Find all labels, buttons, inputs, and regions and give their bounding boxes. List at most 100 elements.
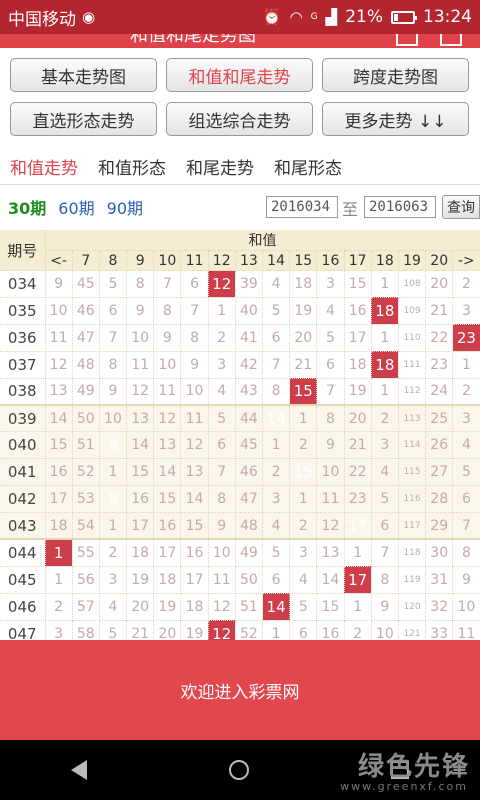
miss-count-cell: 12: [153, 403, 182, 433]
miss-count-cell: 18: [45, 512, 73, 540]
miss-count-cell: 20: [425, 270, 454, 298]
sum-group-header: 和值: [45, 230, 480, 251]
miss-count-cell: 6: [208, 431, 236, 460]
miss-count-cell: 10: [208, 538, 236, 567]
miss-count-cell: 44: [235, 403, 264, 433]
miss-count-cell: 22: [425, 324, 454, 352]
miss-count-cell: 15: [45, 431, 73, 460]
direct-pattern-button[interactable]: 直选形态走势: [10, 102, 157, 136]
miss-count-cell: 23: [425, 351, 454, 379]
welcome-banner[interactable]: 欢迎进入彩票网: [0, 640, 480, 740]
miss-count-cell: 47: [72, 324, 100, 352]
range-separator: 至: [342, 200, 359, 219]
miss-count-cell: 9: [316, 431, 345, 460]
miss-count-cell: 8: [180, 324, 209, 352]
miss-count-cell: 2: [452, 378, 480, 406]
period-90-option[interactable]: 90期: [107, 195, 143, 219]
miss-count-cell: 11: [45, 324, 73, 352]
miss-count-cell: 109: [398, 297, 427, 325]
column-header: 20: [425, 250, 454, 271]
column-header-row: <- 7 8 9 10 11 12 13 14 15 16 17 18 19 20 ->: [0, 250, 480, 271]
sum-tail-trend-button[interactable]: 和值和尾走势: [166, 58, 313, 92]
miss-count-cell: 30: [425, 538, 454, 567]
table-row: 037 12 48 8 11 10 9 3 42 7 21 6 18 18 111 23 1: [0, 351, 480, 379]
calendar-icon[interactable]: [396, 34, 418, 46]
miss-count-cell: 41: [235, 324, 264, 352]
miss-count-cell: 5: [208, 403, 236, 433]
miss-count-cell: 1: [289, 485, 318, 514]
span-trend-button[interactable]: 跨度走势图: [322, 58, 469, 92]
group-combined-button[interactable]: 组选综合走势: [166, 102, 313, 136]
status-right: ⏰ ◠ G ▟ 21% 13:24: [263, 7, 472, 27]
miss-count-cell: 8: [153, 297, 182, 325]
miss-count-cell: 5: [289, 593, 318, 621]
miss-count-cell: 15: [180, 512, 209, 540]
miss-count-cell: 26: [425, 431, 454, 460]
clock: 13:24: [423, 7, 472, 27]
column-header: 15: [289, 250, 318, 271]
miss-count-cell: 4: [452, 431, 480, 460]
miss-count-cell: 6: [262, 566, 291, 594]
miss-count-cell: 17: [153, 538, 182, 567]
range-to-input[interactable]: 2016063: [364, 196, 436, 218]
miss-count-cell: 18: [344, 351, 372, 379]
back-icon[interactable]: [71, 760, 87, 780]
basic-trend-button[interactable]: 基本走势图: [10, 58, 157, 92]
tab-sum-pattern[interactable]: 和值形态: [98, 154, 166, 179]
divider: [0, 184, 480, 185]
query-button[interactable]: 查询: [442, 195, 480, 219]
miss-count-cell: 15: [153, 485, 182, 514]
miss-count-cell: 15: [344, 270, 372, 298]
hit-cell: 14: [262, 593, 291, 621]
range-from-input[interactable]: 2016034: [266, 196, 338, 218]
period-cell: 037: [0, 351, 46, 379]
hit-cell: 17: [344, 566, 372, 594]
miss-count-cell: 4: [289, 566, 318, 594]
miss-count-cell: 1: [371, 270, 399, 298]
app-header: 和值和尾走势图: [0, 34, 480, 48]
tab-tail-trend[interactable]: 和尾走势: [186, 154, 254, 179]
miss-count-cell: 6: [262, 324, 291, 352]
hit-cell: 18: [371, 351, 399, 379]
miss-count-cell: 5: [316, 324, 345, 352]
miss-count-cell: 117: [398, 512, 427, 540]
miss-count-cell: 2: [289, 512, 318, 540]
column-header: ->: [452, 250, 480, 271]
tab-tail-pattern[interactable]: 和尾形态: [274, 154, 342, 179]
miss-count-cell: 3: [289, 538, 318, 567]
miss-count-cell: 7: [316, 378, 345, 406]
miss-count-cell: 14: [316, 566, 345, 594]
miss-count-cell: 8: [452, 538, 480, 567]
miss-count-cell: 3: [316, 270, 345, 298]
period-cell: 045: [0, 566, 46, 594]
home-circle-icon[interactable]: [229, 760, 249, 780]
tab-sum-trend[interactable]: 和值走势: [10, 154, 78, 179]
miss-count-cell: 2: [289, 431, 318, 460]
column-header: 10: [153, 250, 182, 271]
table-row: 046 2 57 4 20 19 18 12 51 14 5 15 1 9 120 32 10: [0, 593, 480, 621]
miss-count-cell: 42: [235, 351, 264, 379]
miss-count-cell: 17: [45, 485, 73, 514]
miss-count-cell: 51: [235, 593, 264, 621]
miss-count-cell: 16: [126, 485, 155, 514]
miss-count-cell: 11: [126, 351, 155, 379]
miss-count-cell: 21: [425, 297, 454, 325]
miss-count-cell: 12: [208, 593, 236, 621]
miss-count-cell: 6: [316, 351, 345, 379]
period-30-option[interactable]: 30期: [8, 195, 46, 219]
miss-count-cell: 16: [344, 297, 372, 325]
miss-count-cell: 11: [153, 378, 182, 406]
more-trends-button[interactable]: 更多走势 ↓↓: [322, 102, 469, 136]
miss-count-cell: 4: [262, 270, 291, 298]
miss-count-cell: 1: [371, 324, 399, 352]
miss-count-cell: 3: [371, 431, 399, 460]
miss-count-cell: 40: [235, 297, 264, 325]
miss-count-cell: 120: [398, 593, 427, 621]
miss-count-cell: 9: [126, 297, 155, 325]
miss-count-cell: 9: [180, 351, 209, 379]
period-60-option[interactable]: 60期: [58, 195, 94, 219]
miss-count-cell: 8: [262, 378, 291, 406]
home-icon[interactable]: [440, 34, 462, 46]
miss-count-cell: 50: [72, 403, 100, 433]
column-header: 16: [316, 250, 345, 271]
